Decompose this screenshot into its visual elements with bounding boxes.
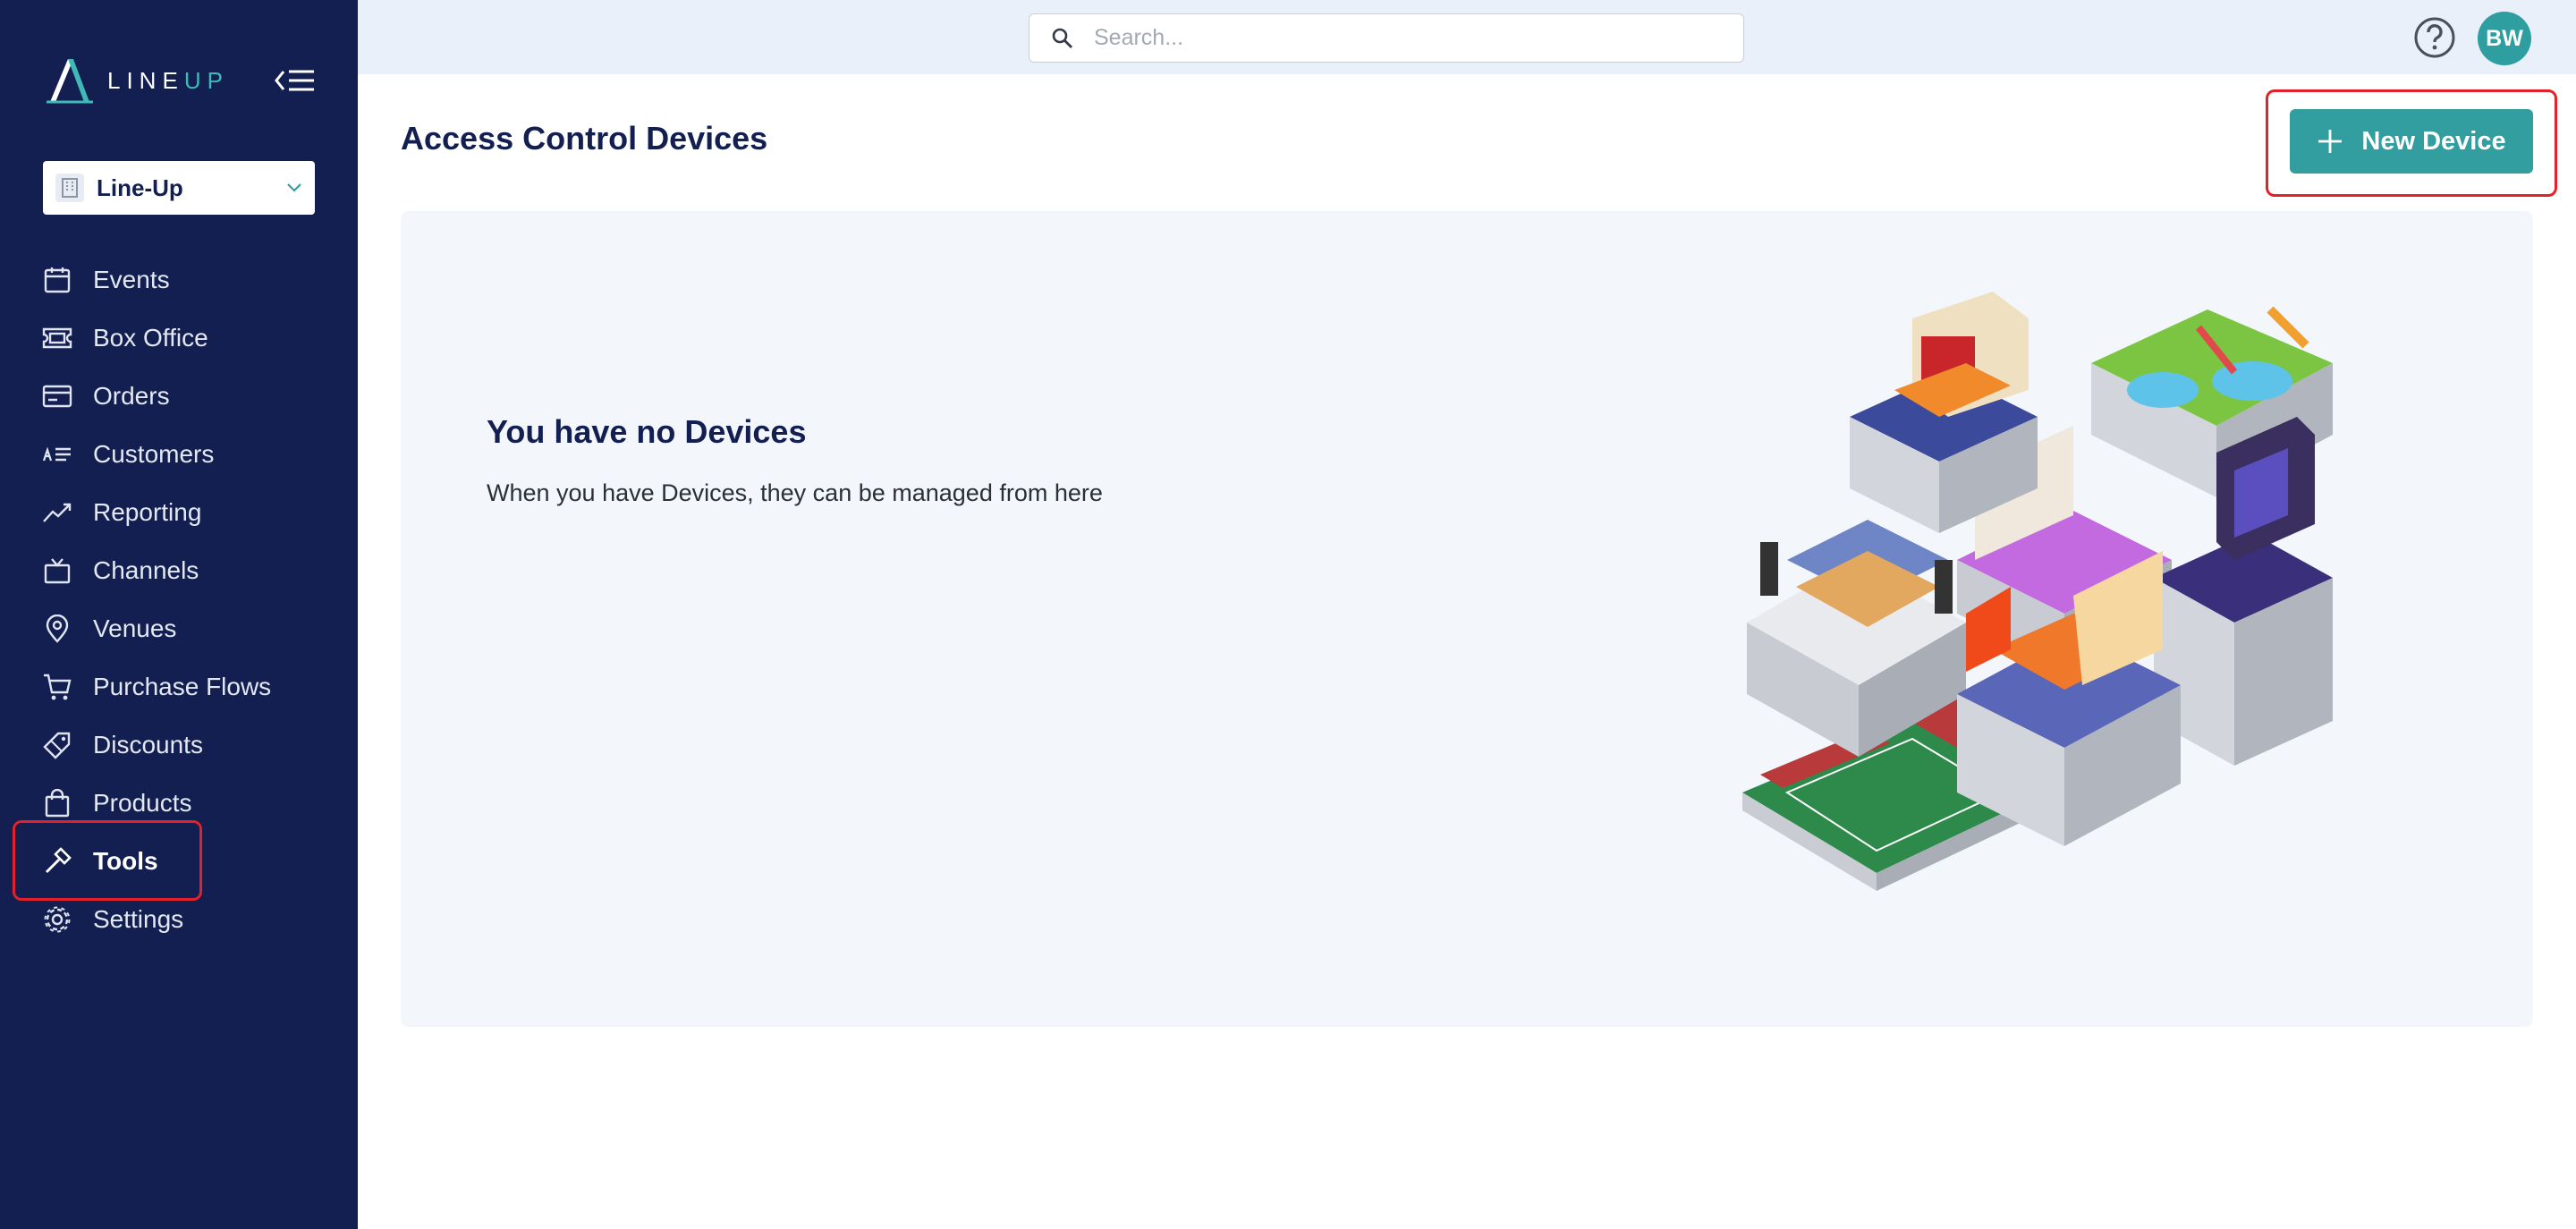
cart-icon bbox=[41, 671, 73, 703]
plus-icon bbox=[2318, 130, 2343, 153]
gear-icon bbox=[41, 903, 73, 936]
logo-text-main: LINE bbox=[107, 66, 184, 94]
new-device-button[interactable]: New Device bbox=[2290, 109, 2533, 174]
sidebar-item-label: Channels bbox=[93, 555, 199, 584]
sidebar-item-label: Settings bbox=[93, 904, 184, 933]
sidebar-item-label: Events bbox=[93, 265, 170, 293]
collapse-sidebar-button[interactable] bbox=[274, 63, 317, 98]
logo-text-accent: UP bbox=[183, 66, 229, 94]
map-pin-icon bbox=[41, 613, 73, 645]
organization-select[interactable]: Line-Up bbox=[43, 161, 315, 215]
sidebar-item-label: Venues bbox=[93, 614, 177, 642]
credit-card-icon bbox=[41, 380, 73, 412]
sidebar-item-label: Box Office bbox=[93, 323, 208, 352]
venues-illustration bbox=[1742, 292, 2333, 891]
sidebar-item-tools[interactable]: Tools bbox=[0, 832, 358, 890]
sidebar-item-label: Tools bbox=[93, 846, 158, 875]
sidebar: LINEUP Line-Up Events Box Office Orders … bbox=[0, 0, 358, 1229]
empty-state-description: When you have Devices, they can be manag… bbox=[487, 479, 1103, 506]
sidebar-item-label: Discounts bbox=[93, 730, 203, 759]
building-icon bbox=[55, 174, 84, 202]
tags-icon bbox=[41, 729, 73, 761]
sidebar-item-channels[interactable]: Channels bbox=[0, 541, 358, 599]
sidebar-item-label: Customers bbox=[93, 439, 215, 468]
help-icon[interactable] bbox=[2413, 16, 2456, 59]
sidebar-item-reporting[interactable]: Reporting bbox=[0, 483, 358, 541]
sidebar-item-label: Purchase Flows bbox=[93, 672, 272, 700]
trend-chart-icon bbox=[41, 496, 73, 529]
search-input[interactable] bbox=[1092, 24, 1700, 52]
sidebar-nav: Events Box Office Orders Customers Repor… bbox=[0, 250, 358, 948]
empty-state-title: You have no Devices bbox=[487, 413, 807, 450]
page-title: Access Control Devices bbox=[401, 120, 768, 157]
search-box[interactable] bbox=[1029, 13, 1744, 63]
sidebar-item-settings[interactable]: Settings bbox=[0, 890, 358, 948]
search-icon bbox=[1052, 28, 1072, 48]
calendar-icon bbox=[41, 264, 73, 296]
sidebar-item-label: Reporting bbox=[93, 497, 202, 526]
logo-row: LINEUP bbox=[43, 54, 317, 107]
chevron-down-icon bbox=[287, 183, 301, 192]
empty-state-card: You have no Devices When you have Device… bbox=[401, 211, 2533, 1027]
sidebar-item-events[interactable]: Events bbox=[0, 250, 358, 309]
lineup-logo[interactable]: LINEUP bbox=[43, 55, 229, 106]
user-avatar[interactable]: BW bbox=[2478, 12, 2531, 65]
sidebar-item-orders[interactable]: Orders bbox=[0, 367, 358, 425]
shopping-bag-icon bbox=[41, 787, 73, 819]
new-device-label: New Device bbox=[2361, 126, 2506, 156]
organization-name: Line-Up bbox=[97, 174, 183, 201]
hammer-icon bbox=[41, 845, 73, 877]
top-bar: BW bbox=[358, 0, 2576, 74]
tv-icon bbox=[41, 555, 73, 587]
theatre-block bbox=[1850, 292, 2038, 533]
sidebar-item-label: Orders bbox=[93, 381, 170, 410]
customers-list-icon bbox=[41, 438, 73, 470]
ticket-icon bbox=[41, 322, 73, 354]
sidebar-item-discounts[interactable]: Discounts bbox=[0, 716, 358, 774]
sidebar-item-customers[interactable]: Customers bbox=[0, 425, 358, 483]
sidebar-item-purchase-flows[interactable]: Purchase Flows bbox=[0, 657, 358, 716]
sidebar-item-box-office[interactable]: Box Office bbox=[0, 309, 358, 367]
sidebar-item-products[interactable]: Products bbox=[0, 774, 358, 832]
collapse-menu-icon bbox=[275, 70, 314, 91]
logo-text: LINEUP bbox=[107, 67, 229, 95]
sidebar-item-venues[interactable]: Venues bbox=[0, 599, 358, 657]
lineup-logo-icon bbox=[47, 59, 93, 104]
sidebar-item-label: Products bbox=[93, 788, 192, 817]
